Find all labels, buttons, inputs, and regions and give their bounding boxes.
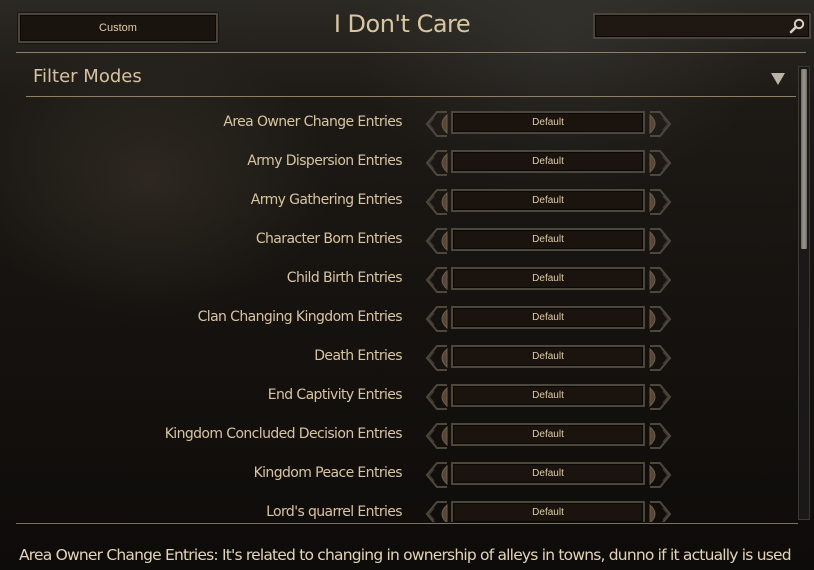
next-option-arrow-icon[interactable] bbox=[648, 461, 672, 489]
previous-option-arrow-icon[interactable] bbox=[425, 188, 449, 216]
filter-row-label: Death Entries bbox=[314, 348, 402, 364]
filter-mode-list: Area Owner Change Entries Default Army Dis… bbox=[0, 104, 800, 522]
filter-row: Kingdom Peace Entries Default bbox=[0, 455, 800, 494]
hint-description: Area Owner Change Entries: It's related … bbox=[19, 546, 792, 564]
filter-mode-selector[interactable]: Default bbox=[451, 462, 645, 485]
filter-row-label: Area Owner Change Entries bbox=[223, 114, 402, 130]
filter-row-label: Army Gathering Entries bbox=[250, 192, 403, 208]
filter-row: Army Dispersion Entries Default bbox=[0, 143, 800, 182]
previous-option-arrow-icon[interactable] bbox=[425, 227, 449, 255]
filter-row: Character Born Entries Default bbox=[0, 221, 800, 260]
filter-row: Child Birth Entries Default bbox=[0, 260, 800, 299]
filter-row: Area Owner Change Entries Default bbox=[0, 104, 800, 143]
next-option-arrow-icon[interactable] bbox=[648, 344, 672, 372]
filter-mode-selector[interactable]: Default bbox=[451, 384, 645, 407]
filter-row-label: Character Born Entries bbox=[255, 231, 403, 247]
filter-row-label: Clan Changing Kingdom Entries bbox=[197, 309, 403, 325]
filter-mode-selector[interactable]: Default bbox=[451, 150, 645, 173]
previous-option-arrow-icon[interactable] bbox=[425, 344, 449, 372]
next-option-arrow-icon[interactable] bbox=[648, 266, 672, 294]
filter-row: Army Gathering Entries Default bbox=[0, 182, 800, 221]
next-option-arrow-icon[interactable] bbox=[648, 149, 672, 177]
search-icon[interactable] bbox=[789, 18, 805, 34]
previous-option-arrow-icon[interactable] bbox=[425, 149, 449, 177]
next-option-arrow-icon[interactable] bbox=[648, 227, 672, 255]
filter-mode-selector[interactable]: Default bbox=[451, 423, 645, 446]
previous-option-arrow-icon[interactable] bbox=[425, 383, 449, 411]
filter-mode-selector[interactable]: Default bbox=[451, 267, 645, 290]
footer-divider bbox=[16, 523, 798, 524]
filter-row: Kingdom Concluded Decision Entries Defaul… bbox=[0, 416, 800, 455]
filter-mode-selector[interactable]: Default bbox=[451, 501, 645, 522]
filter-row-label: End Captivity Entries bbox=[267, 387, 403, 403]
filter-mode-selector[interactable]: Default bbox=[451, 306, 645, 329]
search-input[interactable] bbox=[595, 15, 793, 39]
section-title: Filter Modes bbox=[33, 66, 142, 87]
previous-option-arrow-icon[interactable] bbox=[425, 110, 449, 138]
previous-option-arrow-icon[interactable] bbox=[425, 500, 449, 522]
previous-option-arrow-icon[interactable] bbox=[425, 305, 449, 333]
filter-row: End Captivity Entries Default bbox=[0, 377, 800, 416]
filter-row: Death Entries Default bbox=[0, 338, 800, 377]
filter-mode-selector[interactable]: Default bbox=[451, 189, 645, 212]
filter-row-label: Kingdom Peace Entries bbox=[253, 465, 403, 481]
previous-option-arrow-icon[interactable] bbox=[425, 422, 449, 450]
filter-row-label: Lord's quarrel Entries bbox=[266, 504, 403, 520]
next-option-arrow-icon[interactable] bbox=[648, 500, 672, 522]
next-option-arrow-icon[interactable] bbox=[648, 383, 672, 411]
filter-mode-selector[interactable]: Default bbox=[451, 111, 645, 134]
next-option-arrow-icon[interactable] bbox=[648, 110, 672, 138]
filter-row-label: Army Dispersion Entries bbox=[247, 153, 402, 169]
filter-row: Clan Changing Kingdom Entries Default bbox=[0, 299, 800, 338]
previous-option-arrow-icon[interactable] bbox=[425, 461, 449, 489]
next-option-arrow-icon[interactable] bbox=[648, 305, 672, 333]
filter-row-label: Kingdom Concluded Decision Entries bbox=[164, 426, 403, 442]
scrollbar-thumb[interactable] bbox=[801, 69, 807, 249]
search-box[interactable] bbox=[593, 13, 811, 39]
filter-mode-selector[interactable]: Default bbox=[451, 345, 645, 368]
next-option-arrow-icon[interactable] bbox=[648, 422, 672, 450]
next-option-arrow-icon[interactable] bbox=[648, 188, 672, 216]
filter-row: Lord's quarrel Entries Default bbox=[0, 494, 800, 522]
filter-row-label: Child Birth Entries bbox=[286, 270, 403, 286]
section-divider bbox=[26, 96, 796, 97]
filter-mode-selector[interactable]: Default bbox=[451, 228, 645, 251]
collapse-triangle-icon[interactable] bbox=[771, 73, 785, 85]
header-divider bbox=[16, 52, 806, 53]
previous-option-arrow-icon[interactable] bbox=[425, 266, 449, 294]
